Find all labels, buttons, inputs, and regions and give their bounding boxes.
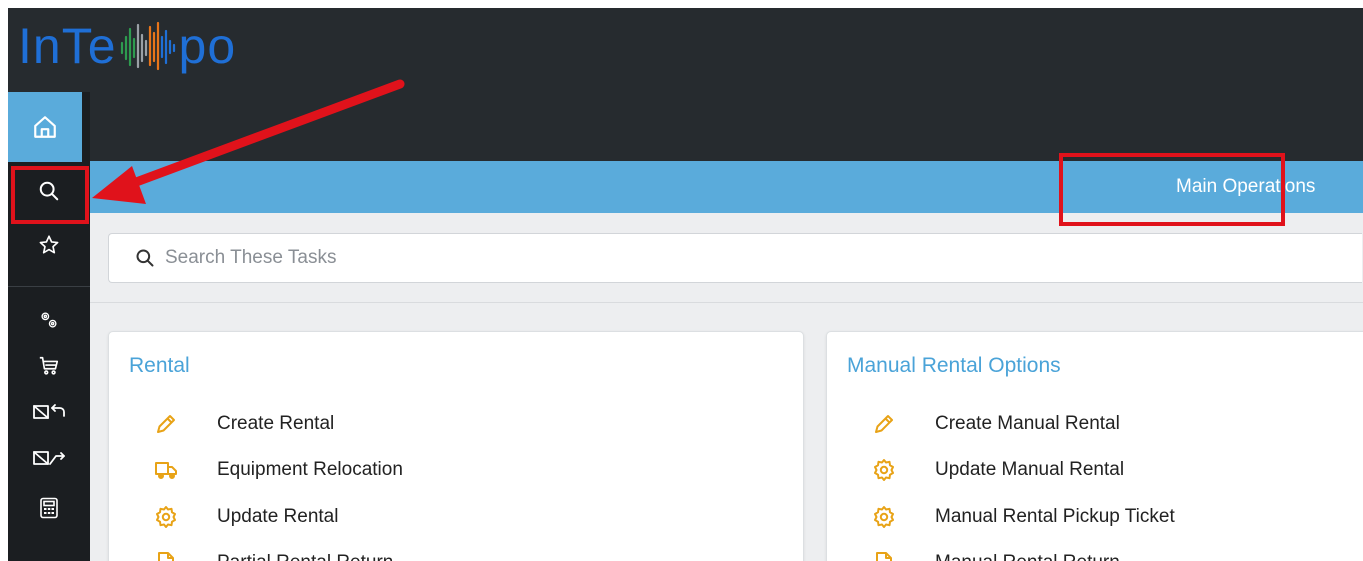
task-create-manual-rental[interactable]: Create Manual Rental [827,409,1120,439]
sidebar-item-calculator[interactable] [8,486,90,530]
send-icon [33,451,65,465]
app-window: InTe po Main Operations Search These Tas… [0,0,1363,561]
task-label: Update Manual Rental [935,459,1125,480]
sidebar-item-favorites[interactable] [8,222,90,268]
task-update-manual-rental[interactable]: Update Manual Rental [827,455,1124,485]
app-logo[interactable]: InTe po [18,18,236,74]
gear-icon [869,502,899,532]
task-label: Update Rental [217,506,339,527]
document-icon [151,548,181,561]
gears-icon [41,312,57,328]
main-content: Rental Create Rental Equipment Relocatio… [90,213,1363,561]
logo-text-right: po [178,18,237,74]
annotation-highlight-search [11,166,89,224]
task-search-input[interactable] [163,246,1067,270]
sidebar-item-home[interactable] [8,92,90,162]
logo-text-left: InTe [18,18,117,74]
star-icon [39,235,59,254]
task-create-rental[interactable]: Create Rental [109,409,334,439]
sidebar-item-returns[interactable] [8,392,90,432]
pencil-icon [869,409,899,439]
home-icon [34,116,56,138]
task-label: Manual Rental Return [935,552,1120,561]
sidebar-item-deliveries[interactable] [8,438,90,478]
top-header: InTe po [8,8,1363,161]
annotation-highlight-main-operations [1059,153,1285,226]
card-manual-rental-options: Manual Rental Options Create Manual Rent… [826,331,1363,561]
task-label: Create Rental [217,413,335,434]
task-update-rental[interactable]: Update Rental [109,502,338,532]
truck-icon [151,455,181,485]
card-rental: Rental Create Rental Equipment Relocatio… [108,331,804,561]
card-title: Rental [129,354,190,377]
card-title: Manual Rental Options [847,354,1061,377]
logo-wave-icon [120,21,175,71]
task-search-box[interactable] [108,233,1362,283]
task-label: Equipment Relocation [217,459,403,480]
sidebar-item-settings[interactable] [8,300,90,340]
search-icon [136,249,154,267]
document-icon [869,548,899,561]
task-label: Manual Rental Pickup Ticket [935,506,1175,527]
gear-icon [151,502,181,532]
task-partial-rental-return[interactable]: Partial Rental Return [109,548,393,561]
task-manual-rental-return[interactable]: Manual Rental Return [827,548,1120,561]
sidebar-divider [8,286,90,287]
content-divider [90,302,1363,303]
task-label: Partial Rental Return [217,552,393,561]
calculator-icon [40,497,58,519]
cart-icon [39,356,59,375]
return-icon [33,404,65,419]
task-label: Create Manual Rental [935,413,1120,434]
task-manual-rental-pickup-ticket[interactable]: Manual Rental Pickup Ticket [827,502,1175,532]
pencil-icon [151,409,181,439]
task-equipment-relocation[interactable]: Equipment Relocation [109,455,403,485]
sidebar-rail [8,92,90,561]
sidebar-item-orders[interactable] [8,346,90,386]
gear-icon [869,455,899,485]
